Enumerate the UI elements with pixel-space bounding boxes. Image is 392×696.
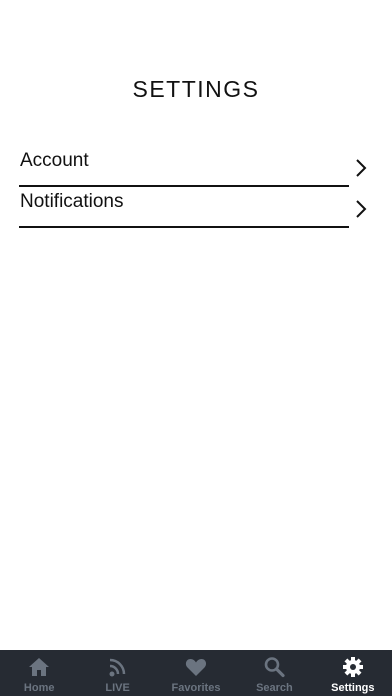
settings-item-account[interactable]: Account [0, 146, 392, 187]
tab-label: Favorites [171, 682, 221, 694]
tab-label: LIVE [105, 682, 130, 694]
settings-item-notifications[interactable]: Notifications [0, 187, 392, 228]
chevron-right-icon [356, 200, 367, 218]
tab-label: Search [256, 682, 293, 694]
tab-label: Settings [331, 682, 375, 694]
tab-label: Home [23, 682, 55, 694]
tab-home[interactable]: Home [0, 650, 78, 696]
tab-favorites[interactable]: Favorites [157, 650, 235, 696]
divider [19, 226, 349, 228]
settings-list: Account Notifications [0, 146, 392, 228]
settings-item-label: Notifications [20, 191, 124, 212]
heart-icon [185, 659, 207, 676]
chevron-right-icon [356, 159, 367, 177]
tab-live[interactable]: LIVE [78, 650, 156, 696]
tab-search[interactable]: Search [235, 650, 313, 696]
tab-settings[interactable]: Settings [314, 650, 392, 696]
rss-feed-icon [109, 658, 125, 677]
tab-bar: Home LIVE Favorites Search Settings [0, 650, 392, 696]
page-title: SETTINGS [132, 76, 260, 102]
search-icon [265, 657, 286, 678]
gear-icon [342, 657, 363, 677]
settings-item-label: Account [20, 150, 89, 171]
home-icon [29, 658, 50, 676]
